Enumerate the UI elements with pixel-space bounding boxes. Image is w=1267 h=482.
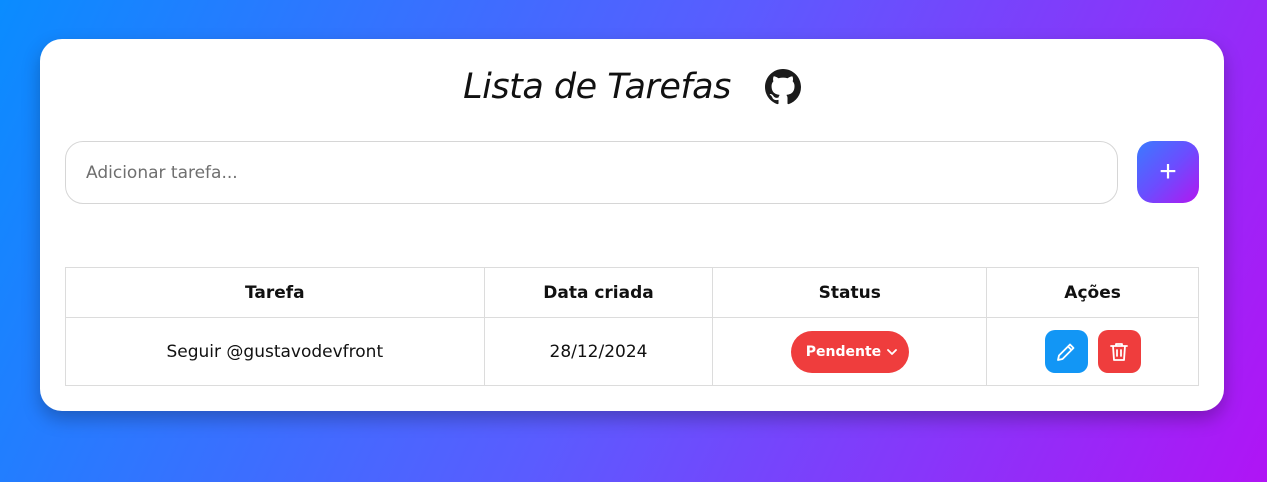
actions-cell	[986, 317, 1199, 386]
status-cell: Pendente	[712, 317, 988, 386]
header-status: Status	[712, 267, 988, 318]
chevron-down-icon	[886, 348, 897, 355]
status-select[interactable]: Pendente	[790, 330, 909, 373]
header-date: Data criada	[483, 267, 714, 318]
header-task: Tarefa	[65, 267, 485, 318]
task-date: 28/12/2024	[483, 317, 714, 386]
delete-button[interactable]	[1097, 330, 1141, 373]
plus-icon: +	[1159, 155, 1177, 188]
table-header-row: Tarefa Data criada Status Ações	[65, 267, 1199, 318]
task-name: Seguir @gustavodevfront	[65, 317, 485, 386]
tasks-table: Tarefa Data criada Status Ações Seguir @…	[65, 267, 1199, 386]
pencil-icon	[1057, 343, 1075, 361]
github-icon[interactable]	[764, 69, 801, 105]
todo-card: Lista de Tarefas + Tarefa Data criada St…	[40, 39, 1224, 411]
header: Lista de Tarefas	[40, 61, 1224, 113]
trash-icon	[1110, 342, 1128, 361]
add-task-row: +	[65, 141, 1199, 204]
header-actions: Ações	[986, 267, 1199, 318]
task-input[interactable]	[65, 141, 1118, 204]
add-task-button[interactable]: +	[1137, 141, 1199, 203]
page-title: Lista de Tarefas	[463, 67, 731, 107]
table-row: Seguir @gustavodevfront 28/12/2024 Pende…	[65, 317, 1199, 386]
edit-button[interactable]	[1044, 330, 1088, 373]
actions-group	[1044, 330, 1141, 373]
status-label: Pendente	[805, 343, 882, 360]
